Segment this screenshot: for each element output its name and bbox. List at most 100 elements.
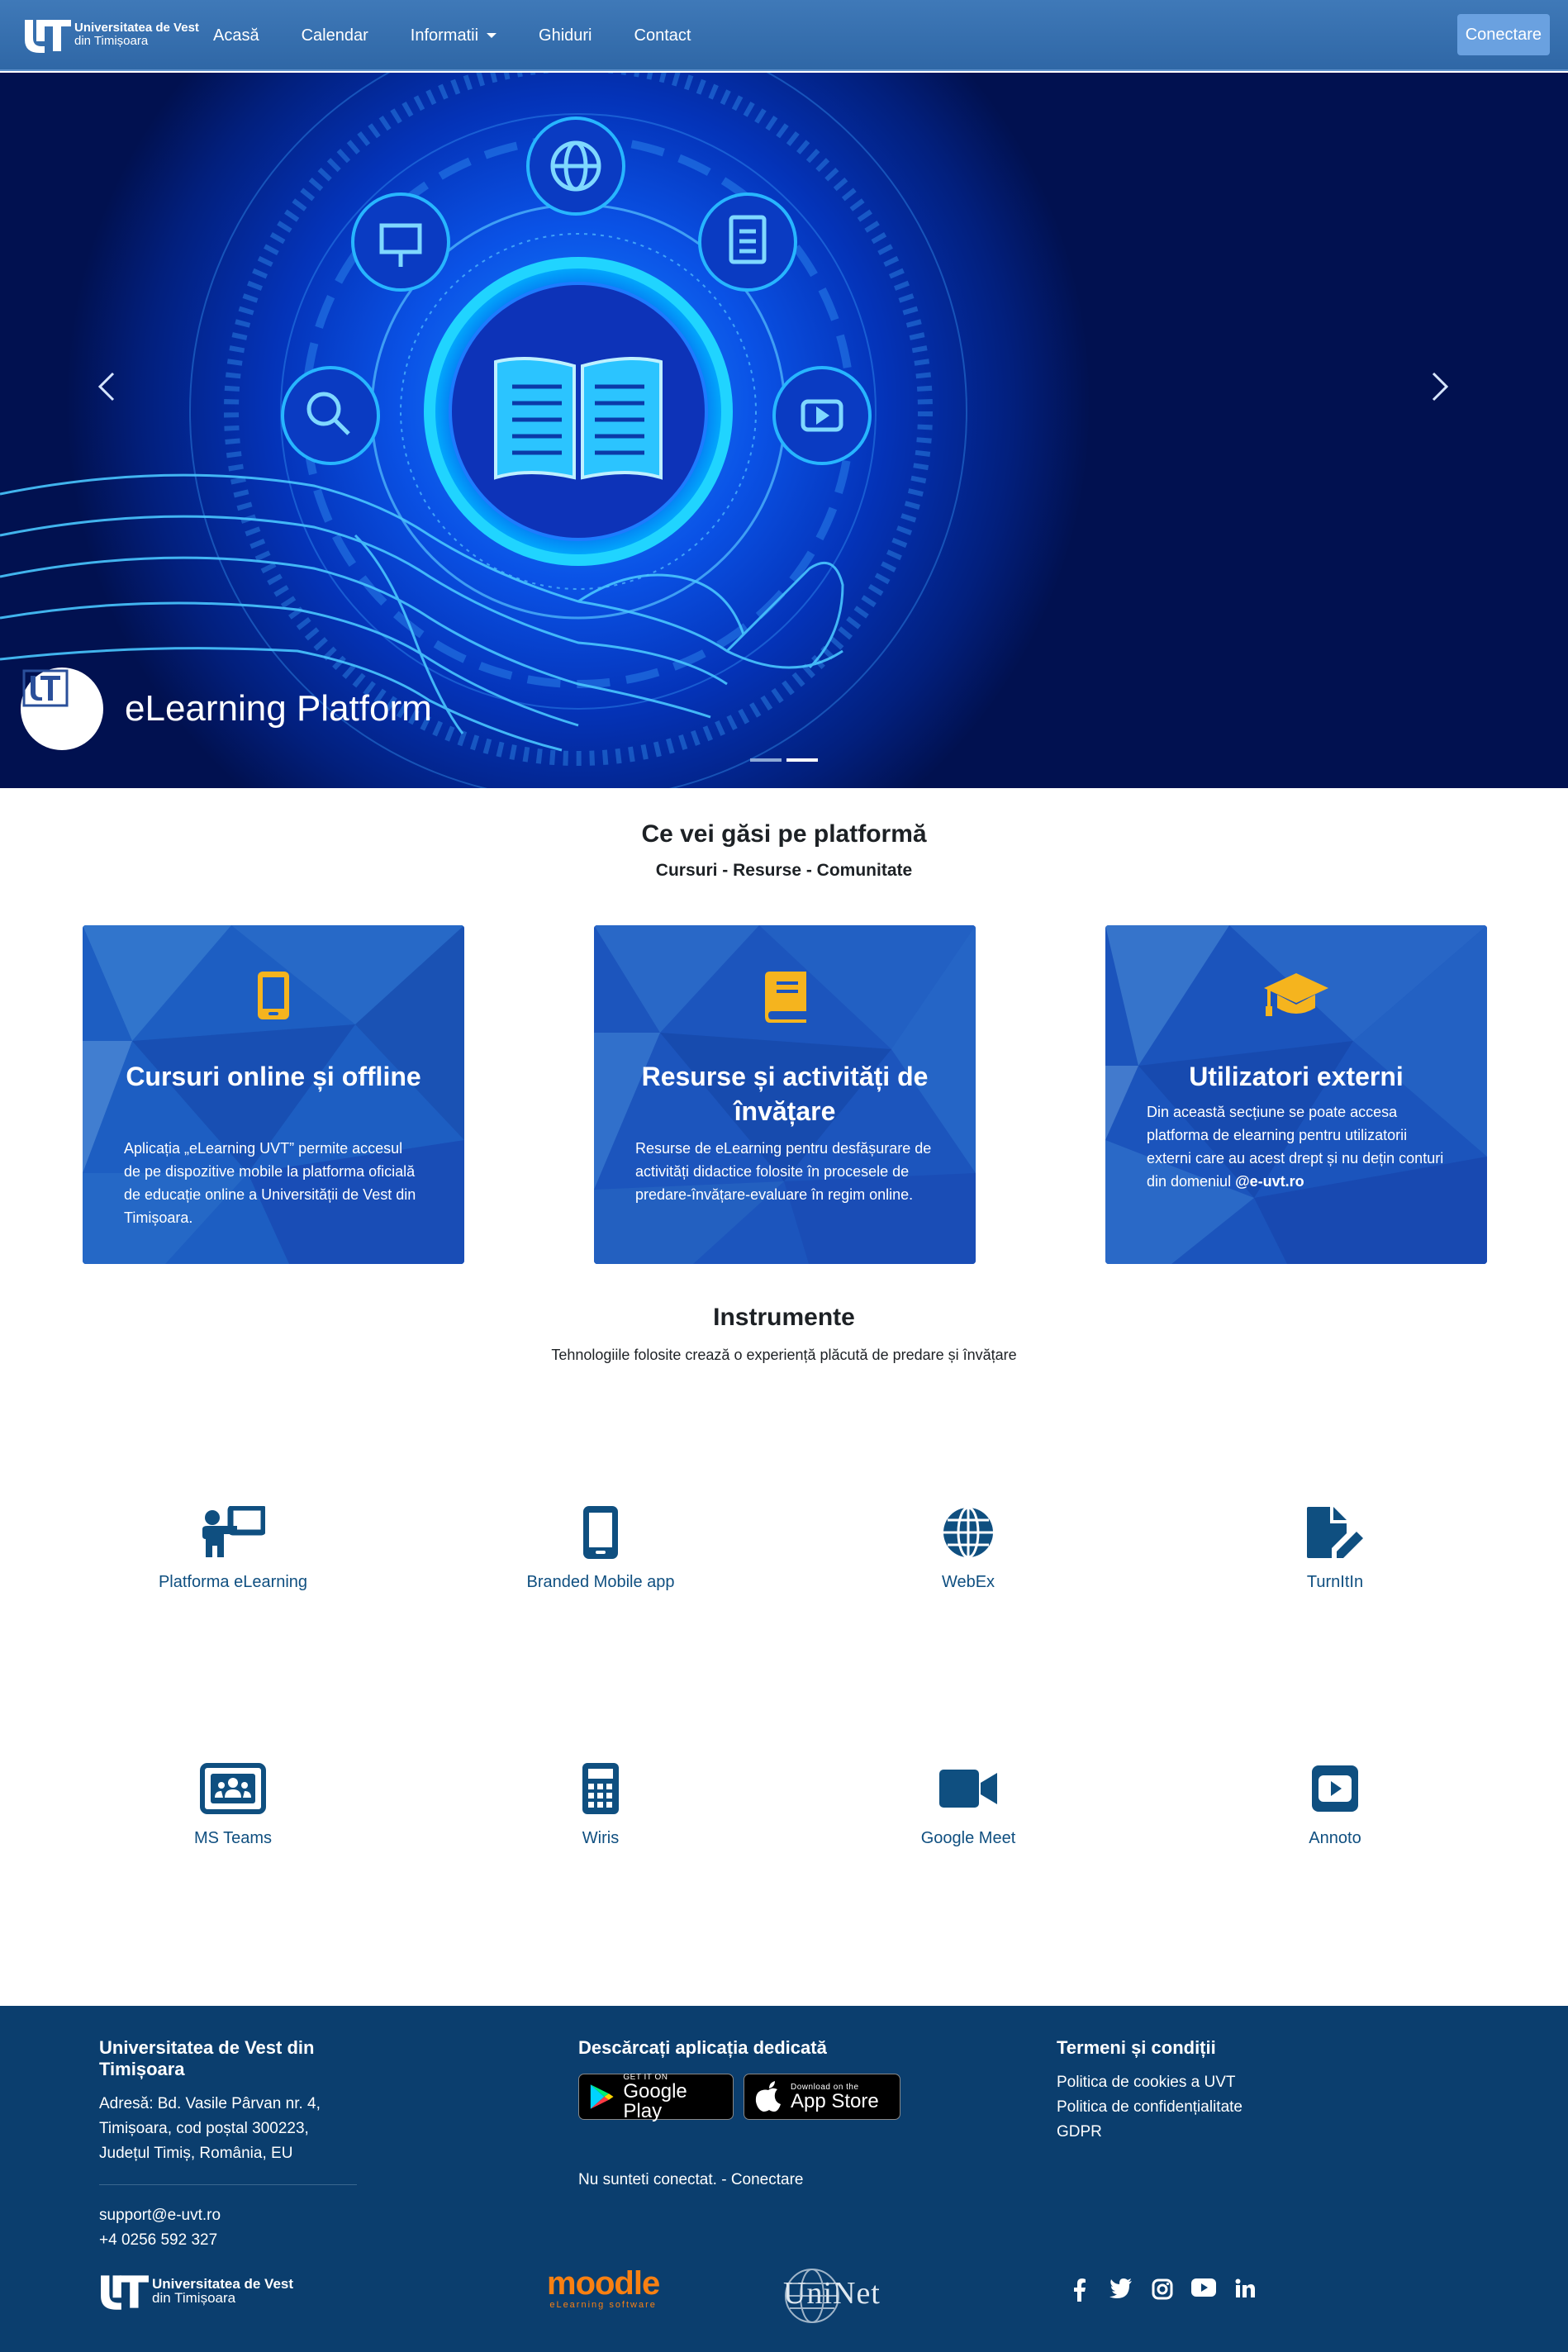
brand-line-1: Universitatea de Vest <box>74 21 199 35</box>
tools-title: Instrumente <box>713 1304 855 1331</box>
video-camera-icon <box>844 1760 1092 1817</box>
uvt-logo-icon <box>22 669 69 707</box>
footer-terms-title: Termeni și condiții <box>1057 2037 1216 2058</box>
footer-col-terms: Termeni și condiții Politica de cookies … <box>1057 2037 1371 2145</box>
graduation-cap-icon <box>1105 970 1487 1019</box>
users-rectangle-icon <box>109 1760 357 1817</box>
tool-platforma-elearning[interactable]: Platforma eLearning <box>109 1504 357 1592</box>
twitter-icon[interactable] <box>1100 2278 1142 2302</box>
card-title: Resurse și activități de învățare <box>641 1062 929 1126</box>
footer-link-cookies[interactable]: Politica de cookies a UVT <box>1057 2070 1371 2095</box>
footer: Universitatea de Vest din Timișoara Adre… <box>0 2006 1568 2352</box>
file-edit-icon <box>1211 1504 1459 1561</box>
nav-dropdown-label: Informatii <box>410 26 479 45</box>
nav-link-ghiduri[interactable]: Ghiduri <box>539 26 592 45</box>
uninet-logo-text: UniNet <box>783 2276 881 2311</box>
youtube-icon[interactable] <box>1183 2278 1224 2302</box>
mobile-icon <box>83 970 464 1021</box>
card-text-domain: @e-uvt.ro <box>1235 1173 1304 1190</box>
footer-link-privacy[interactable]: Politica de confidențialitate <box>1057 2095 1371 2120</box>
footer-uvt-logo[interactable]: Universitatea de Vest din Timișoara <box>99 2270 293 2312</box>
google-play-big: Google Play <box>623 2079 687 2122</box>
tool-label: TurnItIn <box>1306 1573 1364 1591</box>
uvt-logo-icon <box>101 2275 149 2310</box>
moodle-logo-sub: eLearning software <box>549 2300 657 2310</box>
tool-webex[interactable]: WebEx <box>844 1504 1092 1592</box>
intro-subtitle: Cursuri - Resurse - Comunitate <box>655 861 913 880</box>
footer-address-line: Județul Timiș, România, EU <box>99 2145 293 2162</box>
tool-label: Branded Mobile app <box>526 1573 675 1591</box>
nav-link-contact[interactable]: Contact <box>634 26 691 45</box>
carousel-indicators <box>750 758 823 762</box>
card-text: Resurse de eLearning pentru desfășurare … <box>635 1140 932 1203</box>
facebook-icon[interactable] <box>1059 2278 1100 2302</box>
tool-turnitin[interactable]: TurnItIn <box>1211 1504 1459 1592</box>
instagram-icon[interactable] <box>1142 2278 1183 2302</box>
carousel-indicator-2[interactable] <box>786 758 818 762</box>
chevron-left-icon <box>97 372 115 402</box>
footer-login-status[interactable]: Nu sunteti conectat. - Conectare <box>578 2168 991 2193</box>
caret-down-icon <box>487 33 497 38</box>
tool-label: Platforma eLearning <box>158 1573 308 1591</box>
card-resources[interactable]: Resurse și activități de învățare Resurs… <box>594 925 976 1264</box>
carousel-prev-button[interactable] <box>97 370 138 436</box>
tools-subtitle: Tehnologiile folosite crează o experienț… <box>551 1347 1017 1363</box>
card-title: Utilizatori externi <box>1189 1062 1404 1091</box>
apple-icon <box>755 2081 781 2112</box>
app-store-big: App Store <box>791 2089 879 2112</box>
moodle-logo-word: moodle <box>547 2265 660 2302</box>
youtube-icon <box>1211 1760 1459 1817</box>
footer-logo-line-1: Universitatea de Vest <box>152 2276 294 2292</box>
globe-icon <box>844 1504 1092 1561</box>
google-play-icon <box>590 2084 614 2109</box>
footer-address-line: Timișoara, cod poștal 300223, <box>99 2120 309 2137</box>
nav-dropdown-informatii[interactable]: Informatii <box>411 26 497 45</box>
app-store-badge[interactable]: Download on the App Store <box>744 2074 900 2120</box>
card-courses[interactable]: Cursuri online și offline Aplicația „eLe… <box>83 925 464 1264</box>
social-links <box>1059 2278 1266 2302</box>
carousel-next-button[interactable] <box>1430 370 1471 436</box>
carousel-caption: eLearning Platform <box>21 668 432 750</box>
book-icon <box>594 970 976 1023</box>
tool-branded-mobile-app[interactable]: Branded Mobile app <box>477 1504 725 1592</box>
login-button[interactable]: Conectare <box>1456 14 1550 55</box>
mobile-icon <box>477 1504 725 1561</box>
footer-logo-line-2: din Timișoara <box>152 2290 236 2306</box>
card-text: Aplicația „eLearning UVT” permite accesu… <box>124 1140 416 1226</box>
tool-label: Annoto <box>1309 1829 1361 1847</box>
google-play-badge[interactable]: GET IT ON Google Play <box>578 2073 734 2122</box>
chevron-right-icon <box>1432 372 1449 402</box>
hero-carousel: eLearning Platform <box>0 73 1568 788</box>
nav-link-calendar[interactable]: Calendar <box>302 26 368 45</box>
linkedin-icon[interactable] <box>1224 2278 1266 2302</box>
tool-label: Wiris <box>582 1829 620 1847</box>
footer-col-apps: Descărcați aplicația dedicată GET IT ON G… <box>578 2037 991 2193</box>
top-navbar: Universitatea de Vest din Timișoara Acas… <box>0 0 1568 71</box>
nav-link-acasa[interactable]: Acasă <box>213 26 259 45</box>
tool-annoto[interactable]: Annoto <box>1211 1760 1459 1848</box>
tool-label: Google Meet <box>920 1829 1016 1847</box>
carousel-caption-title: eLearning Platform <box>125 688 432 729</box>
tool-google-meet[interactable]: Google Meet <box>844 1760 1092 1848</box>
calculator-icon <box>477 1760 725 1817</box>
footer-email-link[interactable]: support@e-uvt.ro <box>99 2203 397 2228</box>
footer-divider <box>99 2184 357 2185</box>
tool-wiris[interactable]: Wiris <box>477 1760 725 1848</box>
footer-address-line: Adresă: Bd. Vasile Pârvan nr. 4, <box>99 2095 321 2112</box>
footer-link-gdpr[interactable]: GDPR <box>1057 2120 1371 2145</box>
card-external-users[interactable]: Utilizatori externi Din această secțiune… <box>1105 925 1487 1264</box>
tool-label: MS Teams <box>193 1829 273 1847</box>
app-store-badges: GET IT ON Google Play Download on the App … <box>578 2073 991 2122</box>
brand-name: Universitatea de Vest din Timișoara <box>74 21 199 48</box>
footer-phone: +4 0256 592 327 <box>99 2231 218 2249</box>
card-text-block: Din această secțiune se poate accesa pla… <box>1147 1100 1446 1193</box>
moodle-logo[interactable]: moodle eLearning software <box>547 2265 660 2310</box>
uninet-logo[interactable]: UniNet <box>783 2267 915 2323</box>
tool-ms-teams[interactable]: MS Teams <box>109 1760 357 1848</box>
teacher-board-icon <box>109 1504 357 1561</box>
brand-logo[interactable]: Universitatea de Vest din Timișoara <box>23 17 199 53</box>
card-title: Cursuri online și offline <box>126 1062 421 1091</box>
carousel-indicator-1[interactable] <box>750 758 782 762</box>
intro-title: Ce vei găsi pe platformă <box>641 820 927 848</box>
footer-col-university: Universitatea de Vest din Timișoara Adre… <box>99 2037 397 2253</box>
